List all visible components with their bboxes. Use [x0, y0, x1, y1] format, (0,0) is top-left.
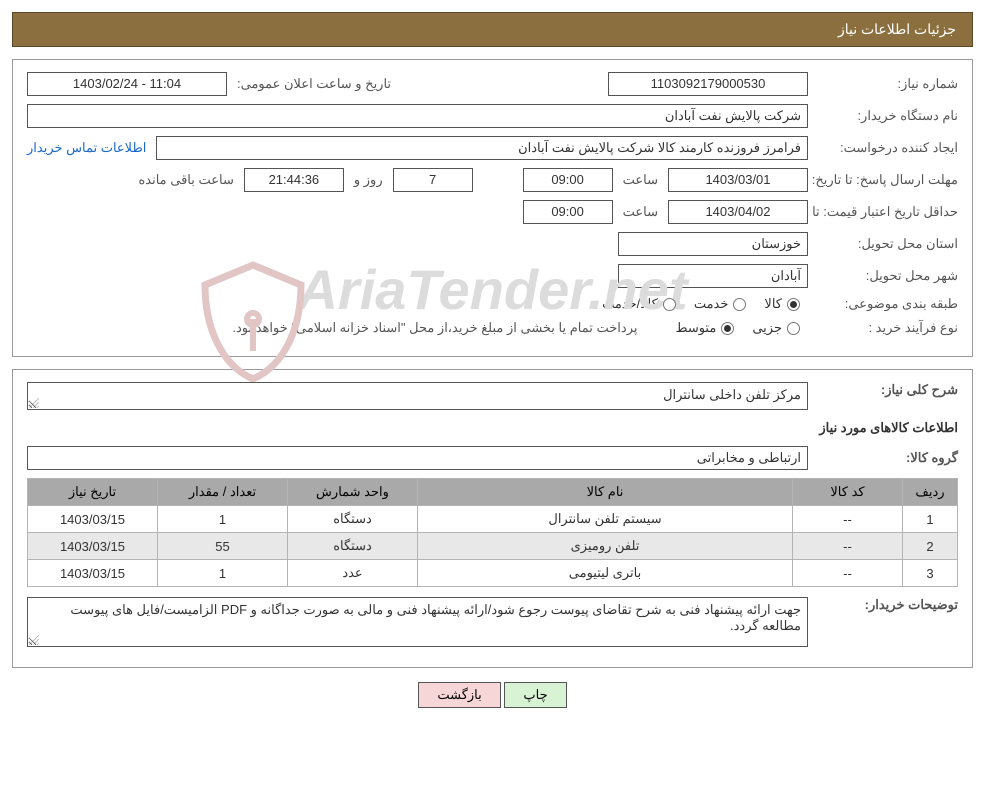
radio-minor[interactable]	[787, 322, 800, 335]
print-button[interactable]: چاپ	[504, 682, 566, 708]
resize-icon	[29, 398, 39, 408]
province-label: استان محل تحویل:	[818, 236, 958, 252]
radio-goods-label: کالا	[764, 296, 782, 312]
radio-service[interactable]	[733, 298, 746, 311]
th-name: نام کالا	[418, 479, 793, 506]
creator-label: ایجاد کننده درخواست:	[818, 140, 958, 156]
announce-label: تاریخ و ساعت اعلان عمومی:	[237, 76, 391, 92]
cell-code: --	[793, 506, 903, 533]
radio-medium-label: متوسط	[675, 320, 716, 336]
cell-name: تلفن رومیزی	[418, 533, 793, 560]
validity-hour-field[interactable]: 09:00	[523, 200, 613, 224]
cell-date: 1403/03/15	[28, 506, 158, 533]
panel-goods: شرح کلی نیاز: مرکز تلفن داخلی سانترال اط…	[12, 369, 973, 668]
th-code: کد کالا	[793, 479, 903, 506]
desc-field[interactable]: مرکز تلفن داخلی سانترال	[27, 382, 808, 410]
cell-code: --	[793, 560, 903, 587]
cell-qty: 1	[158, 506, 288, 533]
buyer-field[interactable]: شرکت پالایش نفت آبادان	[27, 104, 808, 128]
group-field[interactable]: ارتباطی و مخابراتی	[27, 446, 808, 470]
cell-unit: دستگاه	[288, 533, 418, 560]
cell-qty: 55	[158, 533, 288, 560]
th-date: تاریخ نیاز	[28, 479, 158, 506]
validity-label: حداقل تاریخ اعتبار قیمت: تا تاریخ:	[818, 204, 958, 220]
radio-goods[interactable]	[787, 298, 800, 311]
need-no-field[interactable]: 1103092179000530	[608, 72, 808, 96]
cell-name: سیستم تلفن سانترال	[418, 506, 793, 533]
province-field[interactable]: خوزستان	[618, 232, 808, 256]
desc-label: شرح کلی نیاز:	[818, 382, 958, 398]
th-qty: تعداد / مقدار	[158, 479, 288, 506]
remain-time-field[interactable]: 21:44:36	[244, 168, 344, 192]
process-note: پرداخت تمام یا بخشی از مبلغ خرید،از محل …	[232, 320, 637, 336]
deadline-label: مهلت ارسال پاسخ: تا تاریخ:	[818, 172, 958, 188]
days-field[interactable]: 7	[393, 168, 473, 192]
radio-minor-label: جزیی	[752, 320, 782, 336]
announce-field[interactable]: 1403/02/24 - 11:04	[27, 72, 227, 96]
group-label: گروه کالا:	[818, 450, 958, 466]
radio-both[interactable]	[663, 298, 676, 311]
city-label: شهر محل تحویل:	[818, 268, 958, 284]
table-row: 3--باتری لیتیومیعدد11403/03/15	[28, 560, 958, 587]
buyer-notes-label: توضیحات خریدار:	[818, 597, 958, 613]
page-header: جزئیات اطلاعات نیاز	[12, 12, 973, 47]
table-row: 2--تلفن رومیزیدستگاه551403/03/15	[28, 533, 958, 560]
need-no-label: شماره نیاز:	[818, 76, 958, 92]
class-label: طبقه بندی موضوعی:	[818, 296, 958, 312]
remain-suffix: ساعت باقی مانده	[138, 172, 233, 188]
cell-idx: 1	[903, 506, 958, 533]
cell-idx: 3	[903, 560, 958, 587]
table-row: 1--سیستم تلفن سانترالدستگاه11403/03/15	[28, 506, 958, 533]
cell-qty: 1	[158, 560, 288, 587]
deadline-date-field[interactable]: 1403/03/01	[668, 168, 808, 192]
table-header-row: ردیف کد کالا نام کالا واحد شمارش تعداد /…	[28, 479, 958, 506]
buyer-label: نام دستگاه خریدار:	[818, 108, 958, 124]
deadline-hour-field[interactable]: 09:00	[523, 168, 613, 192]
th-idx: ردیف	[903, 479, 958, 506]
goods-table: ردیف کد کالا نام کالا واحد شمارش تعداد /…	[27, 478, 958, 587]
creator-field[interactable]: فرامرز فروزنده کارمند کالا شرکت پالایش ن…	[156, 136, 808, 160]
validity-hour-label: ساعت	[623, 204, 658, 220]
validity-date-field[interactable]: 1403/04/02	[668, 200, 808, 224]
page-title: جزئیات اطلاعات نیاز	[838, 21, 956, 37]
th-unit: واحد شمارش	[288, 479, 418, 506]
resize-icon	[29, 635, 39, 645]
goods-info-title: اطلاعات کالاهای مورد نیاز	[27, 420, 958, 436]
radio-service-label: خدمت	[694, 296, 729, 312]
cell-unit: دستگاه	[288, 506, 418, 533]
cell-code: --	[793, 533, 903, 560]
deadline-hour-label: ساعت	[623, 172, 658, 188]
buyer-notes-field[interactable]: جهت ارائه پیشنهاد فنی به شرح تقاضای پیوس…	[27, 597, 808, 647]
cell-unit: عدد	[288, 560, 418, 587]
cell-date: 1403/03/15	[28, 560, 158, 587]
panel-need-info: شماره نیاز: 1103092179000530 تاریخ و ساع…	[12, 59, 973, 357]
city-field[interactable]: آبادان	[618, 264, 808, 288]
footer-buttons: چاپ بازگشت	[12, 682, 973, 708]
back-button[interactable]: بازگشت	[418, 682, 500, 708]
radio-medium[interactable]	[721, 322, 734, 335]
contact-link[interactable]: اطلاعات تماس خریدار	[27, 140, 146, 156]
days-label: روز و	[354, 172, 383, 188]
cell-date: 1403/03/15	[28, 533, 158, 560]
process-label: نوع فرآیند خرید :	[818, 320, 958, 336]
radio-both-label: کالا/خدمت	[602, 296, 658, 312]
cell-name: باتری لیتیومی	[418, 560, 793, 587]
cell-idx: 2	[903, 533, 958, 560]
